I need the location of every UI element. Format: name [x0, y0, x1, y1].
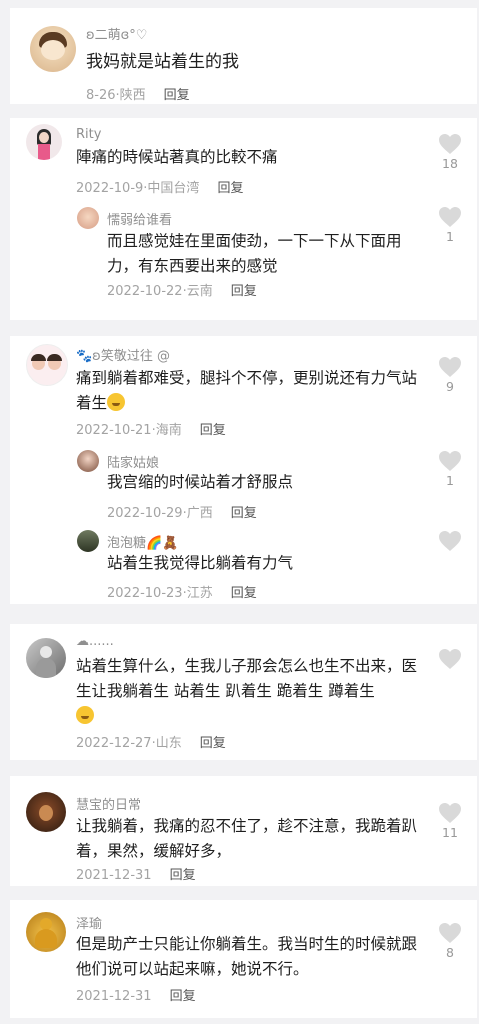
comment-text: 让我躺着，我痛的忍不住了，趁不注意，我跪着趴着，果然，缓解好多，	[76, 817, 418, 860]
comment-meta: 2021-12-31 回复	[76, 985, 196, 1004]
like-control[interactable]: 9	[435, 356, 465, 394]
avatar[interactable]	[26, 124, 62, 160]
reply-date: 2022-10-22	[107, 284, 183, 299]
reply-button[interactable]: 回复	[217, 181, 243, 196]
heart-icon[interactable]	[438, 450, 462, 472]
like-control[interactable]: 18	[435, 133, 465, 171]
comment-date: 2022-10-9	[76, 181, 144, 196]
like-count: 18	[442, 156, 458, 171]
avatar[interactable]	[77, 450, 99, 472]
reply-username[interactable]: 懦弱给谁看	[107, 209, 172, 228]
like-count: 9	[446, 379, 454, 394]
comment-username[interactable]: ʚ二萌ɞ°♡	[86, 24, 147, 43]
comment-meta: 8-26·陕西 回复	[86, 88, 190, 103]
reply-username[interactable]: 陆家姑娘	[107, 452, 159, 471]
comment-card: 慧宝的日常 让我躺着，我痛的忍不住了，趁不注意，我跪着趴着，果然，缓解好多， 2…	[10, 776, 477, 886]
comment-text: 站着生算什么，生我儿子那会怎么也生不出来，医生让我躺着生 站着生 趴着生 跪着生…	[76, 654, 428, 729]
comment-text: 陣痛的時候站著真的比較不痛	[76, 148, 278, 166]
reply-button[interactable]: 回复	[231, 506, 257, 521]
like-count: 8	[446, 945, 454, 960]
comment-card: 🐾ʚ笑敬过往 @ 痛到躺着都难受，腿抖个不停，更别说还有力气站着生 2022-1…	[10, 336, 477, 604]
comment-text: 但是助产士只能让你躺着生。我当时生的时候就跟他们说可以站起来嘛，她说不行。	[76, 935, 418, 978]
comment-location: 陕西	[119, 88, 146, 103]
reply-button[interactable]: 回复	[200, 736, 226, 751]
avatar[interactable]	[26, 344, 68, 386]
reply-button[interactable]: 回复	[231, 284, 257, 299]
comment-username[interactable]: Rity	[76, 127, 101, 142]
like-count: 1	[446, 229, 454, 244]
avatar[interactable]	[26, 912, 66, 952]
comment-date: 2022-12-27	[76, 736, 152, 751]
reply-text: 而且感觉娃在里面使劲，一下一下从下面用力，有东西要出来的感觉	[107, 232, 402, 275]
like-control[interactable]: 11	[435, 802, 465, 840]
avatar[interactable]	[26, 638, 66, 678]
comment-card: Rity 陣痛的時候站著真的比較不痛 2022-10-9·中国台湾 回复 18 懦…	[10, 118, 477, 320]
comment-card: ☁...... 站着生算什么，生我儿子那会怎么也生不出来，医生让我躺着生 站着生…	[10, 624, 477, 760]
like-control[interactable]: 1	[435, 206, 465, 244]
reply-location: 云南	[186, 284, 213, 299]
heart-icon[interactable]	[438, 530, 462, 552]
reply-text: 站着生我觉得比躺着有力气	[107, 554, 294, 572]
reply-date: 2022-10-23	[107, 586, 183, 601]
heart-icon[interactable]	[438, 206, 462, 228]
comment-username[interactable]: 🐾ʚ笑敬过往 @	[76, 345, 170, 364]
comment-date: 2022-10-21	[76, 423, 152, 438]
comment-meta: 2022-10-9·中国台湾 回复	[76, 181, 244, 196]
comment-text: 我妈就是站着生的我	[86, 52, 239, 72]
reply-meta: 2022-10-29·广西 回复	[107, 506, 257, 521]
reply-meta: 2022-10-23·江苏 回复	[107, 586, 257, 601]
comment-date: 2021-12-31	[76, 989, 152, 1004]
crying-laughing-emoji-icon	[76, 706, 94, 724]
comment-location: 中国台湾	[147, 181, 200, 196]
like-control[interactable]: 8	[435, 922, 465, 960]
reply-button[interactable]: 回复	[200, 423, 226, 438]
comment-username[interactable]: 慧宝的日常	[76, 794, 141, 813]
comment-username[interactable]: ☁......	[76, 634, 114, 649]
heart-icon[interactable]	[438, 648, 462, 670]
heart-icon[interactable]	[438, 356, 462, 378]
reply-text: 我宫缩的时候站着才舒服点	[107, 473, 294, 491]
reply-button[interactable]: 回复	[170, 989, 196, 1004]
reply-date: 2022-10-29	[107, 506, 183, 521]
comment-text-content: 痛到躺着都难受，腿抖个不停，更别说还有力气站着生	[76, 369, 418, 412]
comment-meta: 2022-12-27·山东 回复	[76, 736, 226, 751]
comment-text-content: 站着生算什么，生我儿子那会怎么也生不出来，医生让我躺着生 站着生 趴着生 跪着生…	[76, 657, 418, 700]
like-count: 11	[442, 825, 458, 840]
avatar[interactable]	[77, 530, 99, 552]
like-count: 1	[446, 473, 454, 488]
reply-button[interactable]: 回复	[231, 586, 257, 601]
comment-card: ʚ二萌ɞ°♡ 我妈就是站着生的我 8-26·陕西 回复	[10, 8, 477, 104]
reply-meta: 2022-10-22·云南 回复	[107, 284, 257, 299]
comment-meta: 2022-10-21·海南 回复	[76, 423, 226, 438]
comment-date: 8-26	[86, 88, 116, 103]
reply-location: 江苏	[186, 586, 213, 601]
heart-icon[interactable]	[438, 802, 462, 824]
avatar[interactable]	[77, 207, 99, 229]
comment-location: 山东	[155, 736, 182, 751]
comment-card: 泽瑜 但是助产士只能让你躺着生。我当时生的时候就跟他们说可以站起来嘛，她说不行。…	[10, 900, 477, 1018]
heart-icon[interactable]	[438, 922, 462, 944]
reply-button[interactable]: 回复	[170, 868, 196, 883]
comment-meta: 2021-12-31 回复	[76, 864, 196, 883]
reply-location: 广西	[186, 506, 213, 521]
heart-icon[interactable]	[438, 133, 462, 155]
avatar[interactable]	[26, 792, 66, 832]
comment-username[interactable]: 泽瑜	[76, 913, 102, 932]
like-control[interactable]	[435, 530, 465, 552]
comment-text: 痛到躺着都难受，腿抖个不停，更别说还有力气站着生	[76, 366, 422, 416]
avatar[interactable]	[30, 26, 76, 72]
reply-username[interactable]: 泡泡糖🌈🧸	[107, 532, 178, 551]
reply-button[interactable]: 回复	[164, 88, 190, 103]
like-control[interactable]	[435, 648, 465, 670]
like-control[interactable]: 1	[435, 450, 465, 488]
comment-location: 海南	[155, 423, 182, 438]
comment-date: 2021-12-31	[76, 868, 152, 883]
laughing-emoji-icon	[107, 393, 126, 411]
